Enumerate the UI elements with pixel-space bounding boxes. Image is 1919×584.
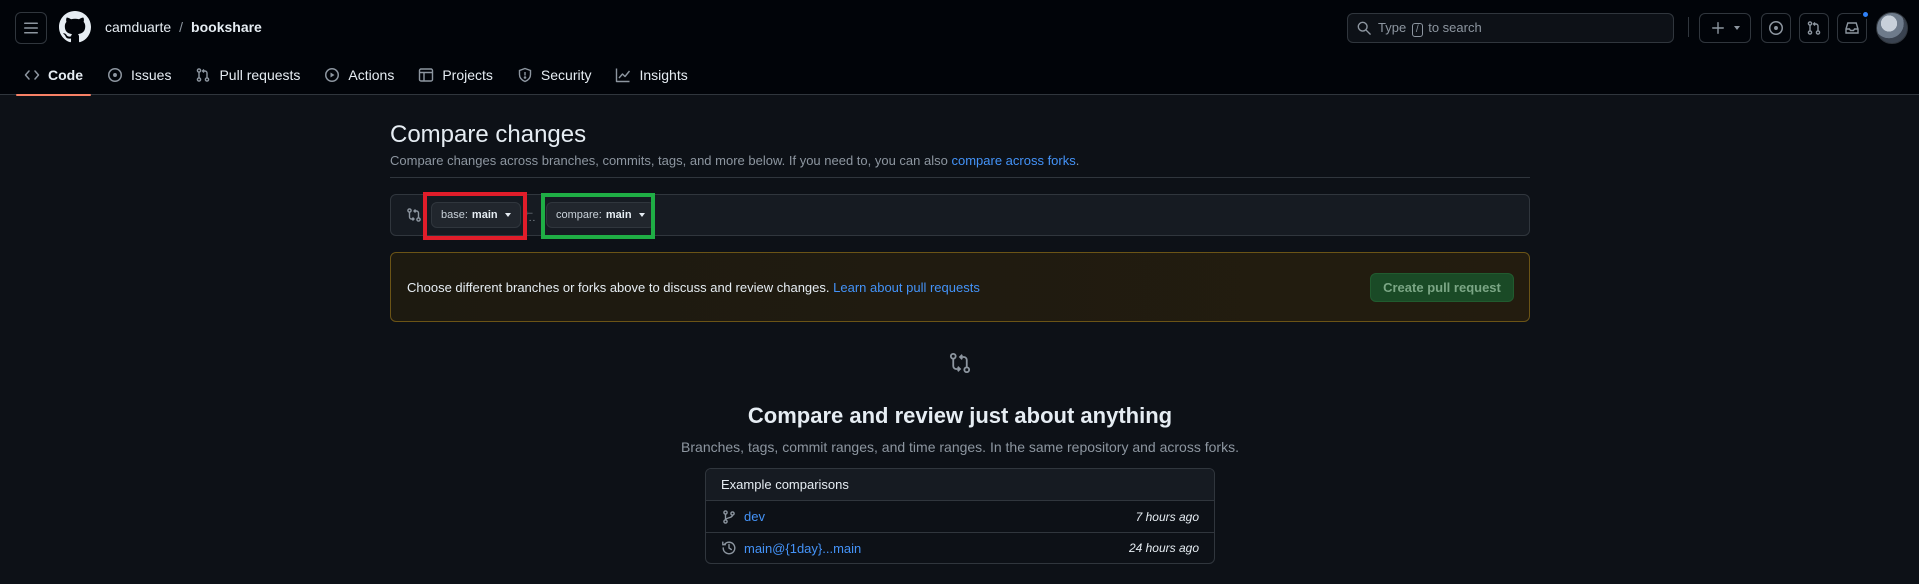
tab-label: Projects (442, 67, 493, 83)
header-divider (1688, 17, 1689, 37)
compare-branch-name: main (605, 209, 632, 221)
git-compare-icon (406, 207, 422, 223)
app-header: camduarte / bookshare Type / to search C… (0, 0, 1919, 96)
unread-indicator (1861, 10, 1870, 19)
list-item[interactable]: main@{1day}...main 24 hours ago (706, 532, 1214, 563)
tab-actions[interactable]: Actions (316, 55, 402, 95)
search-prefix: Type (1378, 19, 1407, 35)
create-pull-request-button[interactable]: Create pull request (1370, 273, 1514, 302)
repo-name-link[interactable]: bookshare (191, 19, 262, 35)
search-placeholder: Type / to search (1378, 20, 1482, 37)
notifications-button[interactable] (1837, 10, 1870, 43)
blankslate-subtitle: Branches, tags, commit ranges, and time … (681, 439, 1239, 455)
flash-message: Choose different branches or forks above… (407, 280, 980, 295)
your-pull-requests-button[interactable] (1799, 13, 1829, 43)
git-branch-icon (721, 509, 737, 525)
tab-pull-requests[interactable]: Pull requests (187, 55, 308, 95)
compare-flash-notice: Choose different branches or forks above… (390, 252, 1530, 322)
chevron-down-icon (638, 213, 645, 217)
your-issues-button[interactable] (1761, 13, 1791, 43)
plus-icon (1711, 21, 1725, 35)
search-icon (1357, 21, 1371, 35)
list-item[interactable]: dev 7 hours ago (706, 501, 1214, 532)
breadcrumb: camduarte / bookshare (105, 19, 262, 35)
graph-icon (615, 67, 631, 83)
examples-heading: Example comparisons (706, 469, 1214, 501)
example-link[interactable]: dev (744, 509, 765, 524)
search-shortcut-key: / (1411, 22, 1423, 37)
issue-opened-icon (107, 67, 123, 83)
flash-text: Choose different branches or forks above… (407, 280, 830, 295)
example-time: 7 hours ago (1135, 509, 1199, 524)
compare-branch-select[interactable]: compare: main (546, 202, 655, 228)
base-branch-name: main (471, 209, 498, 221)
page-subtitle: Compare changes across branches, commits… (390, 153, 1079, 168)
play-icon (324, 67, 340, 83)
search-input[interactable]: Type / to search (1347, 13, 1674, 43)
example-time: 24 hours ago (1128, 541, 1199, 555)
header-top-bar: camduarte / bookshare Type / to search (0, 0, 1919, 54)
inbox-icon (1844, 20, 1860, 36)
learn-pull-requests-link[interactable]: Learn about pull requests (833, 280, 980, 295)
chevron-down-icon (1733, 26, 1740, 30)
tab-label: Pull requests (219, 67, 301, 83)
tab-insights[interactable]: Insights (607, 55, 695, 95)
base-branch-select[interactable]: base: main (431, 202, 521, 228)
git-pull-request-icon (195, 67, 211, 83)
tab-label: Insights (639, 67, 688, 83)
repo-owner-link[interactable]: camduarte (105, 19, 171, 35)
git-compare-icon (948, 351, 972, 375)
blankslate-title: Compare and review just about anything (747, 403, 1173, 428)
tab-code[interactable]: Code (16, 55, 91, 96)
git-pull-request-icon (1806, 20, 1822, 36)
github-logo-icon[interactable] (59, 11, 91, 43)
tab-label: Security (540, 67, 592, 83)
breadcrumb-separator: / (179, 19, 184, 35)
base-prefix: base: (441, 209, 468, 221)
tab-issues[interactable]: Issues (99, 55, 179, 95)
repo-nav: Code Issues Pull requests Actions Projec… (16, 55, 704, 96)
title-divider (390, 177, 1530, 178)
hamburger-icon (23, 20, 39, 36)
page-title: Compare changes (390, 121, 587, 148)
shield-icon (517, 67, 533, 83)
create-new-button[interactable] (1699, 13, 1751, 43)
avatar[interactable] (1876, 12, 1908, 44)
menu-button[interactable] (15, 12, 47, 44)
chevron-down-icon (504, 213, 511, 217)
tab-label: Issues (131, 67, 172, 83)
subtitle-text: Compare changes across branches, commits… (390, 153, 948, 168)
example-link[interactable]: main@{1day}...main (744, 541, 861, 556)
range-dots: ... (525, 213, 537, 224)
issue-opened-icon (1768, 20, 1784, 36)
search-suffix: to search (1428, 19, 1482, 35)
tab-label: Actions (348, 67, 395, 83)
tab-security[interactable]: Security (509, 55, 600, 95)
subtitle-end: . (1075, 153, 1080, 168)
example-comparisons: Example comparisons dev 7 hours ago main… (705, 468, 1215, 564)
compare-prefix: compare: (556, 209, 602, 221)
tab-label: Code (48, 67, 83, 83)
history-icon (721, 540, 737, 556)
tab-projects[interactable]: Projects (410, 55, 501, 95)
code-icon (24, 67, 40, 83)
table-icon (418, 67, 434, 83)
range-editor: base: main ← ... compare: main (390, 192, 1530, 240)
compare-across-forks-link[interactable]: compare across forks (951, 153, 1075, 168)
